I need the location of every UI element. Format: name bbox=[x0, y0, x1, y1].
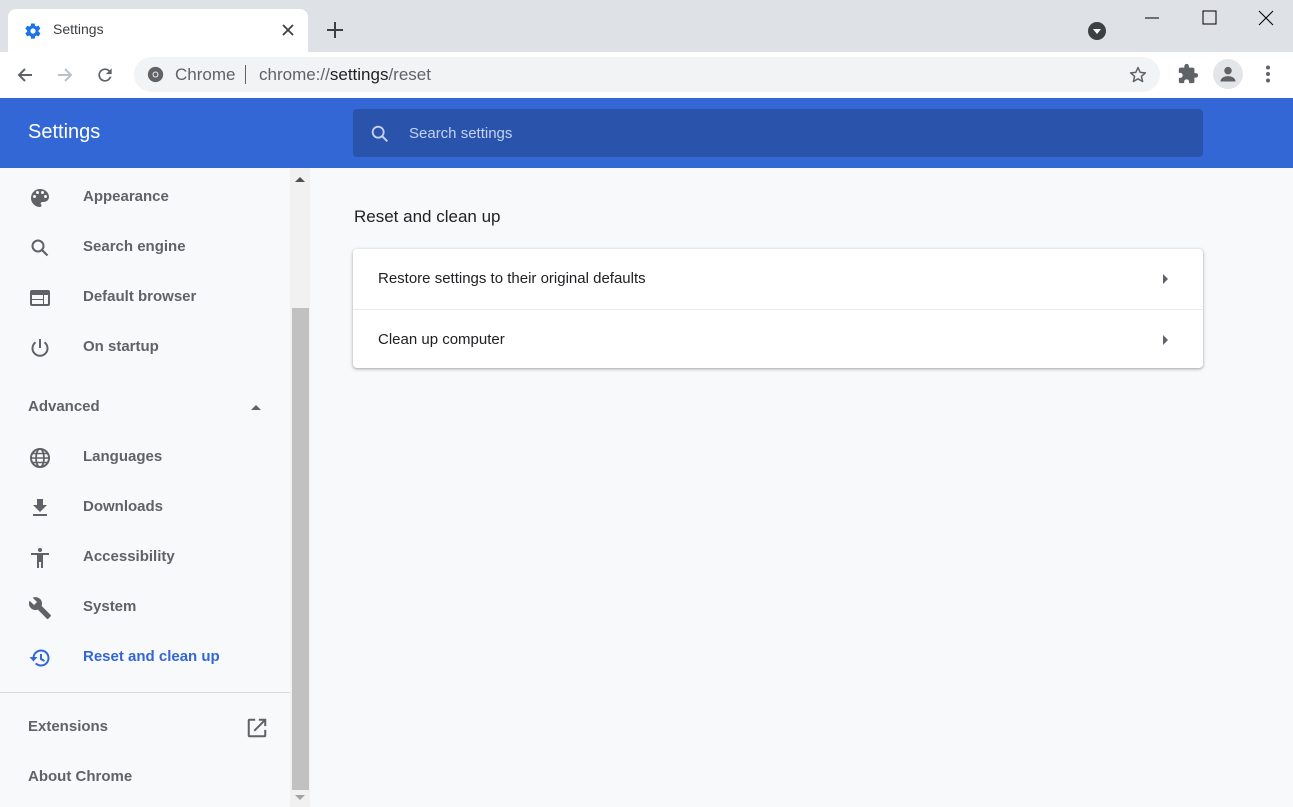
tab-title: Settings bbox=[53, 21, 104, 37]
page-title: Reset and clean up bbox=[354, 207, 501, 226]
restore-history-icon bbox=[29, 649, 50, 667]
browser-toolbar: Chrome chrome://settings/reset bbox=[0, 52, 1293, 98]
url-text[interactable]: chrome://settings/reset bbox=[259, 65, 431, 85]
globe-icon bbox=[30, 448, 50, 468]
arrow-right-icon bbox=[58, 68, 73, 82]
chrome-menu-button[interactable] bbox=[1258, 63, 1278, 85]
sidebar-item-label: Default browser bbox=[83, 288, 197, 305]
close-icon bbox=[282, 24, 294, 36]
maximize-button[interactable] bbox=[1197, 6, 1221, 30]
sidebar-item-label: Appearance bbox=[83, 188, 169, 205]
sidebar-item-appearance[interactable]: Appearance bbox=[0, 173, 292, 223]
sidebar-item-label: Reset and clean up bbox=[83, 648, 220, 665]
search-settings-input[interactable] bbox=[409, 117, 1179, 149]
wrench-icon bbox=[28, 597, 51, 619]
sidebar-item-label: Search engine bbox=[83, 238, 186, 255]
sidebar-item-reset-and-clean-up[interactable]: Reset and clean up bbox=[0, 633, 292, 683]
sidebar-item-default-browser[interactable]: Default browser bbox=[0, 273, 292, 323]
clean-up-computer-row[interactable]: Clean up computer bbox=[353, 309, 1203, 369]
caret-up-icon bbox=[251, 405, 261, 410]
back-button[interactable] bbox=[11, 61, 39, 89]
reload-icon bbox=[98, 68, 112, 82]
row-label: Clean up computer bbox=[378, 331, 505, 348]
sidebar-item-extensions[interactable]: Extensions bbox=[0, 703, 292, 753]
extensions-puzzle-icon[interactable] bbox=[1177, 63, 1199, 85]
gear-icon bbox=[25, 23, 41, 39]
sidebar-item-system[interactable]: System bbox=[0, 583, 292, 633]
url-prefix: chrome:// bbox=[259, 65, 330, 84]
window-close-button[interactable] bbox=[1254, 6, 1278, 30]
scroll-up-arrow-icon[interactable] bbox=[295, 177, 305, 182]
forward-button[interactable] bbox=[51, 61, 79, 89]
sidebar-item-about-chrome[interactable]: About Chrome bbox=[0, 753, 292, 803]
tab-settings[interactable]: Settings bbox=[8, 9, 308, 52]
sidebar-divider bbox=[0, 692, 292, 693]
sidebar-item-label: On startup bbox=[83, 338, 159, 355]
minimize-button[interactable] bbox=[1140, 6, 1164, 30]
sidebar-item-label: System bbox=[83, 598, 137, 615]
site-name: Chrome bbox=[175, 65, 236, 84]
address-bar[interactable]: Chrome chrome://settings/reset bbox=[134, 57, 1160, 92]
tab-strip: Settings bbox=[0, 0, 1293, 52]
sidebar-advanced-toggle[interactable]: Advanced bbox=[0, 383, 292, 433]
power-icon bbox=[31, 339, 49, 357]
sidebar-item-label: Extensions bbox=[28, 718, 109, 735]
search-icon bbox=[31, 239, 49, 257]
restore-defaults-row[interactable]: Restore settings to their original defau… bbox=[353, 249, 1203, 309]
more-vert-icon bbox=[1266, 65, 1270, 83]
arrow-right-icon bbox=[1163, 274, 1168, 284]
search-settings-box[interactable] bbox=[353, 109, 1203, 157]
search-icon bbox=[371, 125, 389, 143]
settings-main: Reset and clean up Restore settings to t… bbox=[310, 168, 1293, 807]
reset-card: Restore settings to their original defau… bbox=[353, 249, 1203, 368]
palette-icon bbox=[31, 189, 49, 207]
url-path: /reset bbox=[388, 65, 431, 84]
new-tab-button[interactable] bbox=[324, 19, 346, 41]
accessibility-icon bbox=[31, 548, 49, 568]
browser-window-icon bbox=[30, 290, 50, 306]
sidebar-scrollbar[interactable] bbox=[290, 168, 310, 807]
chrome-icon bbox=[147, 66, 164, 83]
sidebar-item-label: Downloads bbox=[83, 498, 164, 515]
sidebar-item-label: Languages bbox=[83, 448, 163, 465]
tab-close-button[interactable] bbox=[278, 20, 298, 40]
bookmark-star-icon[interactable] bbox=[1128, 65, 1148, 85]
settings-title: Settings bbox=[28, 121, 101, 143]
settings-sidebar: Appearance Search engine Default browser… bbox=[0, 168, 292, 807]
arrow-right-icon bbox=[1163, 335, 1168, 345]
arrow-left-icon bbox=[17, 68, 32, 82]
download-icon bbox=[33, 499, 47, 516]
sidebar-item-label: About Chrome bbox=[28, 768, 133, 785]
row-label: Restore settings to their original defau… bbox=[378, 270, 646, 287]
tab-search-button[interactable] bbox=[1087, 21, 1107, 41]
sidebar-item-label: Accessibility bbox=[83, 548, 175, 565]
omnibox-separator bbox=[245, 65, 246, 84]
scrollbar-thumb[interactable] bbox=[292, 308, 309, 790]
sidebar-item-accessibility[interactable]: Accessibility bbox=[0, 533, 292, 583]
sidebar-item-on-startup[interactable]: On startup bbox=[0, 323, 292, 373]
open-in-new-icon bbox=[247, 718, 267, 738]
person-icon bbox=[1220, 66, 1236, 82]
settings-header: Settings bbox=[0, 98, 1293, 168]
scroll-down-arrow-icon[interactable] bbox=[295, 795, 305, 800]
reload-button[interactable] bbox=[91, 61, 119, 89]
sidebar-item-search-engine[interactable]: Search engine bbox=[0, 223, 292, 273]
sidebar-item-languages[interactable]: Languages bbox=[0, 433, 292, 483]
sidebar-item-downloads[interactable]: Downloads bbox=[0, 483, 292, 533]
profile-button[interactable] bbox=[1213, 59, 1243, 89]
url-host: settings bbox=[329, 65, 389, 84]
advanced-label: Advanced bbox=[28, 398, 100, 415]
